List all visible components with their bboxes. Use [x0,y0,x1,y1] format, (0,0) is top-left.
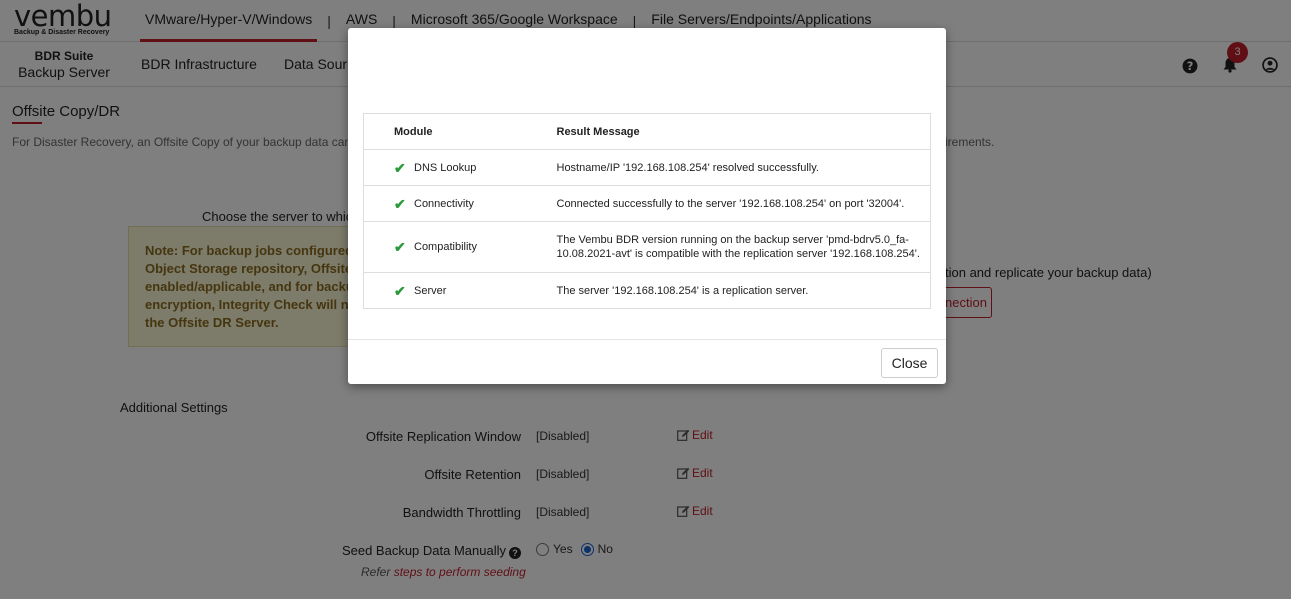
result-message-line: The Vembu BDR version running on the bac… [556,234,909,246]
success-check-icon: ✔ [394,282,406,299]
table-row: ✔ Compatibility The Vembu BDR version run… [363,221,931,273]
module-name: Compatibility [414,241,477,253]
result-message-column-header: Result Message [556,113,931,150]
modal-footer: Close [348,339,946,384]
result-message: Connected successfully to the server '19… [556,185,931,222]
table-header-row: Module Result Message [363,113,931,150]
result-message: The server '192.168.108.254' is a replic… [556,272,931,309]
result-message: The Vembu BDR version running on the bac… [556,221,931,273]
module-column-header: Module [363,113,557,150]
table-row: ✔ Server The server '192.168.108.254' is … [363,272,931,309]
table-row: ✔ Connectivity Connected successfully to … [363,185,931,222]
close-button[interactable]: Close [881,348,938,378]
module-name: Server [414,284,447,297]
module-name: Connectivity [414,197,474,210]
table-row: ✔ DNS Lookup Hostname/IP '192.168.108.254… [363,149,931,186]
success-check-icon: ✔ [394,159,406,176]
result-message-line: 10.08.2021-avt' is compatible with the r… [556,248,920,260]
success-check-icon: ✔ [394,195,406,212]
result-message: Hostname/IP '192.168.108.254' resolved s… [556,149,931,186]
module-name: DNS Lookup [414,161,477,174]
result-table: Module Result Message ✔ DNS Lookup Hostna… [363,113,931,309]
success-check-icon: ✔ [394,239,406,255]
connection-test-modal: Module Result Message ✔ DNS Lookup Hostna… [348,28,946,384]
